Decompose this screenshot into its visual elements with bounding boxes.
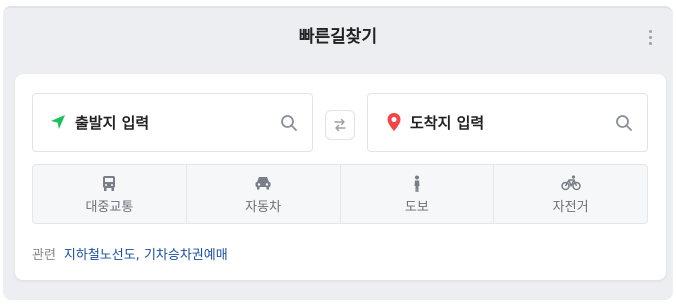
origin-placeholder: 출발지 입력 xyxy=(75,114,150,132)
mode-public-transit[interactable]: 대중교통 xyxy=(33,165,187,223)
more-vertical-icon[interactable] xyxy=(649,30,653,48)
related-label: 관련 xyxy=(32,248,56,263)
mode-bicycle[interactable]: 자전거 xyxy=(494,165,647,223)
destination-input[interactable]: 도착지 입력 xyxy=(367,93,648,152)
mode-walk[interactable]: 도보 xyxy=(341,165,495,223)
car-icon xyxy=(254,175,272,195)
widget-title: 빠른길찾기 xyxy=(298,27,378,47)
mode-label: 자전거 xyxy=(552,200,589,215)
mode-label: 자동차 xyxy=(245,200,282,215)
navigation-arrow-icon xyxy=(49,113,67,135)
swap-button[interactable] xyxy=(325,110,355,140)
mode-car[interactable]: 자동차 xyxy=(187,165,341,223)
bicycle-icon xyxy=(560,175,581,195)
search-icon[interactable] xyxy=(280,114,298,136)
origin-input[interactable]: 출발지 입력 xyxy=(32,93,313,152)
related-links: 관련 지하철노선도, 기차승차권예매 xyxy=(32,244,228,263)
bus-icon xyxy=(101,175,117,196)
map-pin-icon xyxy=(386,112,402,136)
search-icon[interactable] xyxy=(615,114,633,136)
quick-route-widget: 빠른길찾기 출발지 입력 도착지 입력 대중교통 자동차 도보 자전거 관련 지… xyxy=(3,6,673,300)
route-card: 출발지 입력 도착지 입력 대중교통 자동차 도보 자전거 관련 지하철노선도,… xyxy=(15,74,666,280)
mode-label: 도보 xyxy=(404,200,429,215)
transport-mode-tabs: 대중교통 자동차 도보 자전거 xyxy=(32,164,648,224)
destination-placeholder: 도착지 입력 xyxy=(410,114,485,132)
related-link[interactable]: 지하철노선도, 기차승차권예매 xyxy=(64,248,228,263)
mode-label: 대중교통 xyxy=(85,200,134,215)
walk-icon xyxy=(410,175,424,197)
